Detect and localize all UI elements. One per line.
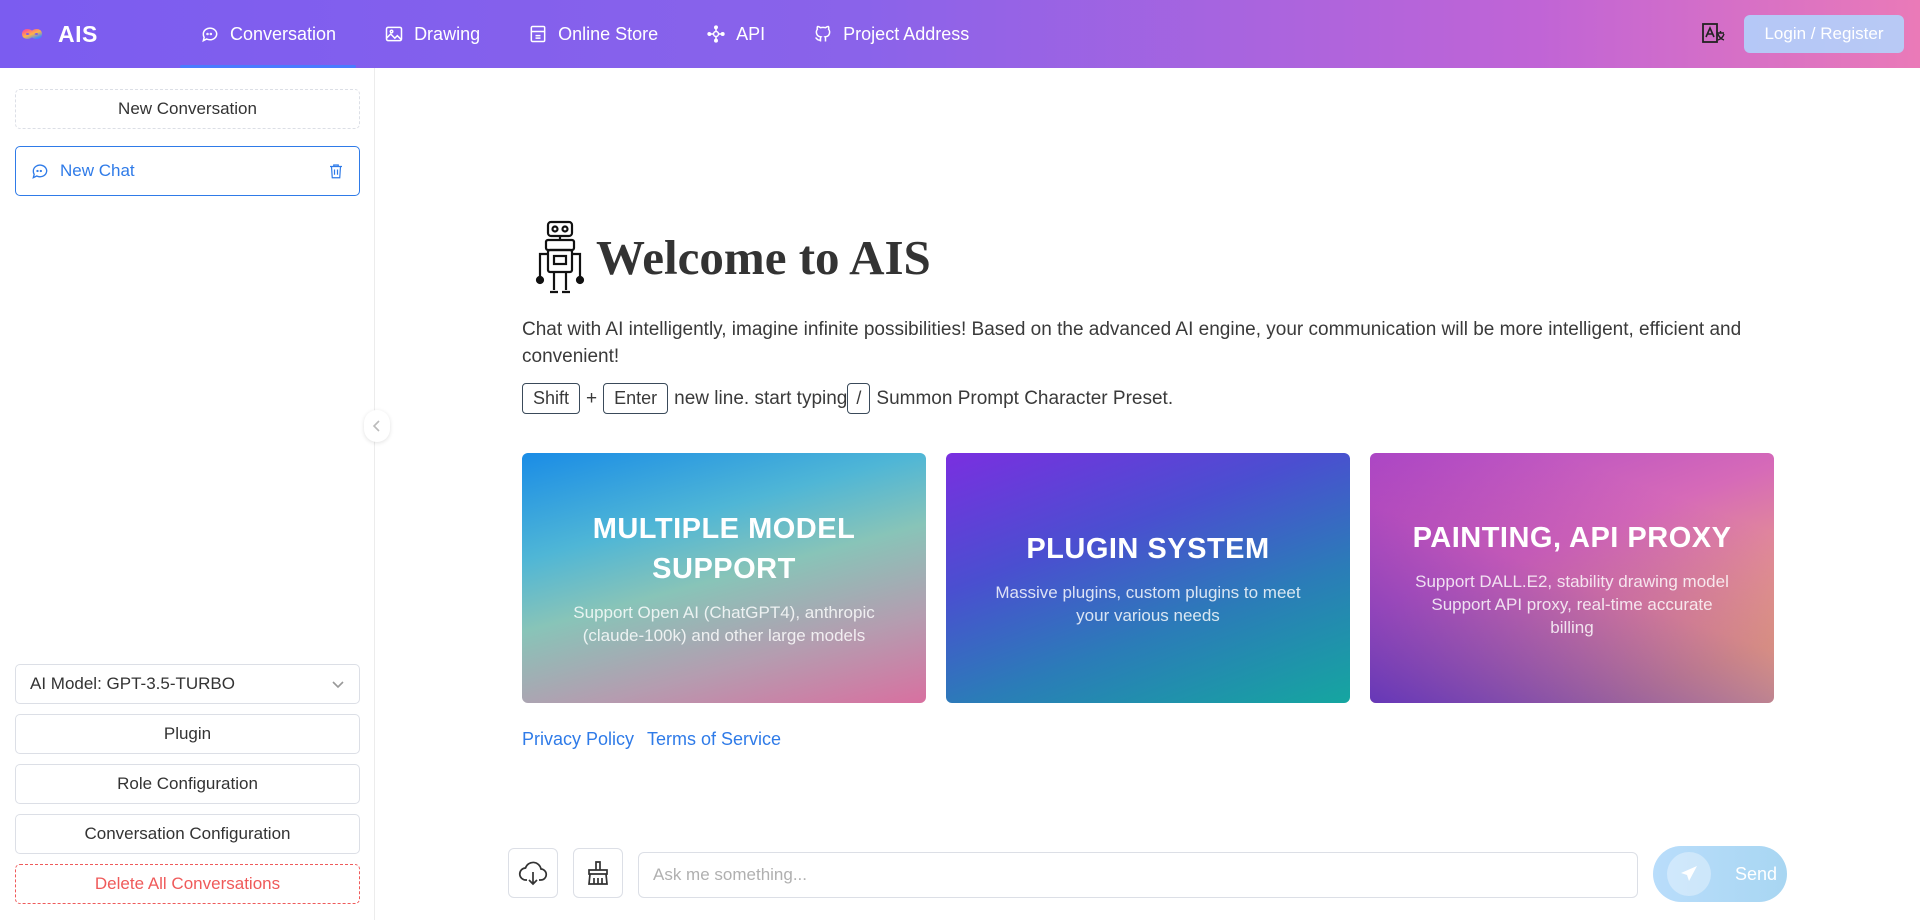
nav-online-store[interactable]: Online Store	[504, 0, 682, 68]
nav-api[interactable]: API	[682, 0, 789, 68]
translate-icon[interactable]	[1700, 21, 1726, 47]
app-name: AIS	[58, 20, 98, 47]
card-title: PAINTING, API PROXY	[1412, 521, 1732, 554]
welcome-heading: Welcome to AIS	[532, 220, 931, 294]
new-conversation-button[interactable]: New Conversation	[15, 89, 360, 129]
send-icon-wrapper	[1667, 852, 1711, 896]
nav-label: Conversation	[230, 23, 337, 44]
nav-conversation[interactable]: Conversation	[176, 0, 360, 68]
card-description: Massive plugins, custom plugins to meet …	[995, 583, 1301, 625]
send-button[interactable]: Send	[1653, 846, 1787, 902]
store-icon	[530, 25, 546, 43]
kbd-shift: Shift	[522, 383, 581, 414]
login-register-button[interactable]: Login / Register	[1744, 15, 1904, 53]
send-icon	[1681, 866, 1697, 881]
ask-input[interactable]	[638, 852, 1638, 898]
plugin-button[interactable]: Plugin	[15, 714, 360, 754]
cloud-download-icon	[518, 861, 548, 886]
feature-cards: MULTIPLE MODEL SUPPORT Support Open AI (…	[522, 453, 1794, 703]
nav-project-address[interactable]: Project Address	[789, 0, 993, 68]
ai-model-value: AI Model: GPT-3.5-TURBO	[30, 674, 235, 693]
terms-of-service-link[interactable]: Terms of Service	[647, 729, 781, 750]
nav-drawing[interactable]: Drawing	[360, 0, 504, 68]
chevron-down-icon	[332, 681, 344, 689]
chat-list-item[interactable]: New Chat	[15, 146, 360, 196]
chat-icon	[32, 164, 48, 179]
broom-icon	[588, 861, 608, 885]
send-label: Send	[1735, 863, 1778, 884]
feature-card-painting: PAINTING, API PROXY Support DALL.E2, sta…	[1370, 453, 1774, 703]
download-button[interactable]	[508, 848, 558, 898]
nav-label: Project Address	[843, 23, 970, 44]
hint-text-2: Summon Prompt Character Preset.	[876, 387, 1174, 409]
github-icon	[815, 25, 831, 42]
ai-model-select[interactable]: AI Model: GPT-3.5-TURBO	[15, 664, 360, 704]
hint-text-1: new line. start typing	[674, 387, 848, 409]
welcome-title: Welcome to AIS	[596, 229, 931, 285]
main-content: Welcome to AIS Chat with AI intelligentl…	[376, 68, 1920, 920]
chat-title: New Chat	[60, 161, 135, 180]
feature-card-plugins: PLUGIN SYSTEM Massive plugins, custom pl…	[946, 453, 1350, 703]
top-header: AIS Conversation Drawing Online Store AP…	[0, 0, 1920, 68]
trash-icon[interactable]	[327, 162, 345, 180]
sidebar: New Conversation New Chat AI Model: GPT-…	[0, 68, 375, 920]
main-nav: Conversation Drawing Online Store API Pr…	[176, 0, 993, 68]
logo[interactable]: AIS	[16, 21, 176, 48]
header-right: Login / Register	[1700, 15, 1920, 53]
chat-input-bar: Send	[508, 846, 1788, 902]
role-configuration-button[interactable]: Role Configuration	[15, 764, 360, 804]
keyboard-hint: Shift + Enter new line. start typing / S…	[522, 383, 1173, 414]
card-description: Support Open AI (ChatGPT4), anthropic (c…	[573, 603, 875, 645]
intro-text: Chat with AI intelligently, imagine infi…	[522, 319, 1742, 367]
privacy-policy-link[interactable]: Privacy Policy	[522, 729, 634, 750]
nav-label: Online Store	[558, 23, 659, 44]
robot-icon	[535, 220, 585, 294]
kbd-slash: /	[847, 383, 871, 414]
chat-icon	[202, 27, 218, 43]
kbd-enter: Enter	[603, 383, 669, 414]
conversation-configuration-button[interactable]: Conversation Configuration	[15, 814, 360, 854]
card-title: MULTIPLE MODEL SUPPORT	[592, 513, 856, 585]
infinity-logo-icon	[21, 29, 43, 39]
api-icon	[707, 25, 725, 43]
nav-label: API	[736, 23, 766, 44]
footer-links: Privacy Policy Terms of Service	[522, 729, 794, 750]
card-title: PLUGIN SYSTEM	[1026, 533, 1270, 565]
nav-label: Drawing	[414, 23, 481, 44]
card-desc-line: Support DALL.E2, stability drawing model	[1415, 571, 1729, 591]
image-icon	[385, 26, 403, 42]
feature-card-models: MULTIPLE MODEL SUPPORT Support Open AI (…	[522, 453, 926, 703]
card-desc-line: Support API proxy, real-time accurate bi…	[1431, 594, 1713, 637]
clear-button[interactable]	[573, 848, 623, 898]
card-description: Support DALL.E2, stability drawing model…	[1410, 570, 1734, 639]
delete-all-conversations-button[interactable]: Delete All Conversations	[15, 864, 360, 904]
plus-sign: +	[586, 387, 598, 409]
